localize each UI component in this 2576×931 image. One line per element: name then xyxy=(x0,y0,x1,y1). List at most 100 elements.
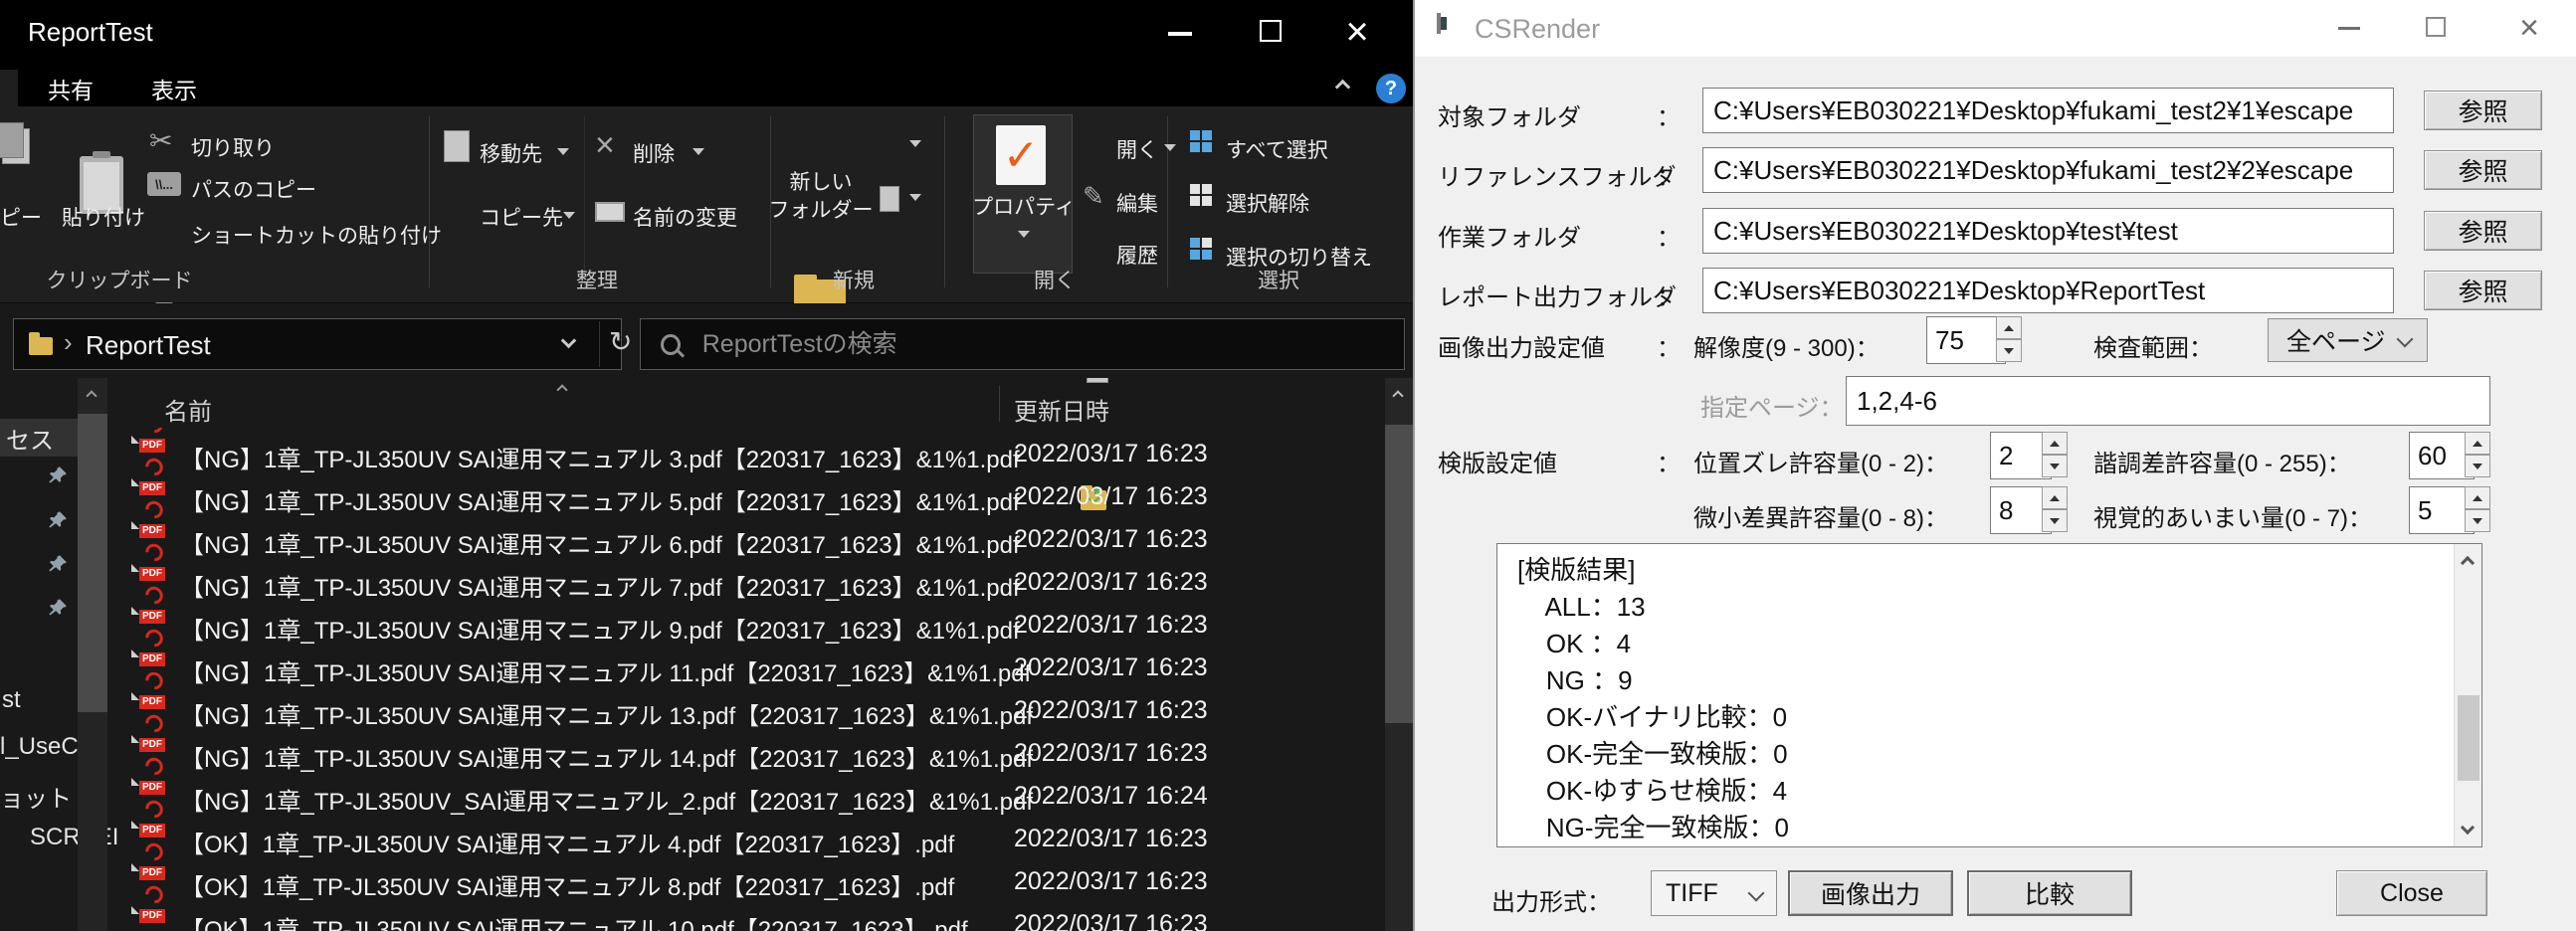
spinner-down-icon[interactable] xyxy=(1996,339,2022,362)
rename-button[interactable]: 名前の変更 xyxy=(633,202,737,232)
easy-access-dropdown-icon[interactable] xyxy=(909,194,921,201)
list-scrollbar-thumb[interactable] xyxy=(1385,425,1413,723)
tab-share[interactable]: 共有 xyxy=(38,70,103,106)
copy-to-dropdown-icon[interactable] xyxy=(563,212,575,219)
close-button[interactable]: × xyxy=(1333,4,1381,60)
history-button[interactable]: 履歴 xyxy=(1116,240,1158,270)
copy-to-button[interactable]: コピー先 xyxy=(480,202,563,232)
minimize-button[interactable] xyxy=(2338,27,2360,30)
reference-folder-browse-button[interactable]: 参照 xyxy=(2424,150,2542,190)
address-dropdown-icon[interactable] xyxy=(561,333,577,349)
file-row[interactable]: PDF 【NG】1章_TP-JL350UV_SAI運用マニュアル_2.pdf【2… xyxy=(114,777,1385,820)
sidebar-item[interactable]: ョット xyxy=(0,779,72,814)
copy-path-button[interactable]: パスのコピー xyxy=(191,174,316,204)
spinner-down-icon[interactable] xyxy=(2042,509,2068,532)
micro-diff-tolerance-spinner[interactable]: 8 xyxy=(1990,486,2068,532)
list-scrollbar[interactable] xyxy=(1385,378,1413,931)
pin-icon[interactable] xyxy=(48,554,68,574)
results-scrollbar-thumb[interactable] xyxy=(2458,695,2479,781)
close-dialog-button[interactable]: Close xyxy=(2336,870,2487,916)
position-tolerance-spinner[interactable]: 2 xyxy=(1990,432,2068,477)
open-dropdown-icon[interactable] xyxy=(1164,144,1176,151)
spinner-up-icon[interactable] xyxy=(2042,432,2068,455)
address-bar[interactable]: › ReportTest ↻ xyxy=(13,318,622,370)
sidebar-scrollbar[interactable] xyxy=(78,378,107,931)
spinner-up-icon[interactable] xyxy=(1996,316,2022,339)
resolution-value[interactable]: 75 xyxy=(1926,316,2006,364)
scroll-down-icon[interactable] xyxy=(2461,821,2475,835)
column-header-modified[interactable]: 更新日時 xyxy=(1014,392,1109,427)
spinner-up-icon[interactable] xyxy=(2465,486,2490,509)
paste-button[interactable]: 貼り付け xyxy=(62,202,145,232)
new-item-dropdown-icon[interactable] xyxy=(909,140,921,147)
target-folder-browse-button[interactable]: 参照 xyxy=(2424,91,2542,130)
target-folder-input[interactable]: C:¥Users¥EB030221¥Desktop¥fukami_test2¥1… xyxy=(1702,88,2394,133)
select-all-button[interactable]: すべて選択 xyxy=(1226,134,1328,164)
visual-fuzziness-spinner[interactable]: 5 xyxy=(2409,486,2490,532)
search-box[interactable] xyxy=(640,318,1405,370)
pin-icon[interactable] xyxy=(48,598,68,618)
move-to-dropdown-icon[interactable] xyxy=(557,148,569,155)
file-row[interactable]: PDF 【NG】1章_TP-JL350UV SAI運用マニュアル 14.pdf【… xyxy=(114,734,1385,777)
file-row[interactable]: PDF 【NG】1章_TP-JL350UV SAI運用マニュアル 11.pdf【… xyxy=(114,649,1385,691)
cut-button[interactable]: 切り取り xyxy=(191,132,275,162)
new-folder-button[interactable]: 新しい xyxy=(774,168,868,194)
output-format-select[interactable]: TIFF xyxy=(1651,870,1777,916)
minimize-button[interactable] xyxy=(1168,32,1192,36)
scroll-up-icon[interactable] xyxy=(2461,556,2475,570)
easy-access-icon[interactable] xyxy=(880,186,899,212)
file-row[interactable]: PDF 【NG】1章_TP-JL350UV SAI運用マニュアル 13.pdf【… xyxy=(114,691,1385,734)
spinner-down-icon[interactable] xyxy=(2465,455,2490,477)
column-header-name[interactable]: 名前 xyxy=(164,392,212,427)
copy-button-label-fragment[interactable]: ピー xyxy=(0,202,42,232)
spinner-arrows[interactable] xyxy=(2465,486,2490,532)
image-output-button[interactable]: 画像出力 xyxy=(1788,870,1953,916)
delete-dropdown-icon[interactable] xyxy=(693,148,704,155)
tone-tolerance-spinner[interactable]: 60 xyxy=(2409,432,2490,477)
paste-shortcut-button[interactable]: ショートカットの貼り付け xyxy=(191,220,442,250)
spinner-down-icon[interactable] xyxy=(2465,509,2490,532)
spinner-arrows[interactable] xyxy=(2042,432,2068,477)
spinner-down-icon[interactable] xyxy=(2042,455,2068,477)
file-row[interactable]: PDF 【NG】1章_TP-JL350UV SAI運用マニュアル 3.pdf【2… xyxy=(114,435,1385,477)
file-row[interactable]: PDF 【OK】1章_TP-JL350UV SAI運用マニュアル 8.pdf【2… xyxy=(114,862,1385,905)
results-scrollbar[interactable] xyxy=(2454,544,2481,846)
resolution-spinner[interactable]: 75 xyxy=(1926,316,2022,362)
pin-icon[interactable] xyxy=(48,510,68,530)
compare-button[interactable]: 比較 xyxy=(1967,870,2132,916)
edit-button[interactable]: 編集 xyxy=(1116,188,1158,218)
report-folder-browse-button[interactable]: 参照 xyxy=(2424,271,2542,310)
sidebar-item[interactable]: st xyxy=(2,686,21,714)
maximize-button[interactable] xyxy=(2426,17,2446,37)
collapse-ribbon-icon[interactable] xyxy=(1335,80,1351,95)
delete-button[interactable]: 削除 xyxy=(633,138,675,168)
breadcrumb[interactable]: ReportTest xyxy=(86,330,211,361)
file-row[interactable]: PDF 【NG】1章_TP-JL350UV SAI運用マニュアル 9.pdf【2… xyxy=(114,606,1385,649)
help-button[interactable]: ? xyxy=(1376,74,1406,103)
tab-partial[interactable] xyxy=(0,70,18,106)
pin-icon[interactable] xyxy=(48,466,68,485)
scope-select[interactable]: 全ページ xyxy=(2268,318,2428,362)
reference-folder-input[interactable]: C:¥Users¥EB030221¥Desktop¥fukami_test2¥2… xyxy=(1702,147,2394,193)
spinner-arrows[interactable] xyxy=(1996,316,2022,362)
tab-view[interactable]: 表示 xyxy=(139,70,209,106)
spinner-arrows[interactable] xyxy=(2042,486,2068,532)
pages-input[interactable]: 1,2,4-6 xyxy=(1846,376,2490,426)
work-folder-input[interactable]: C:¥Users¥EB030221¥Desktop¥test¥test xyxy=(1702,208,2394,254)
move-to-button[interactable]: 移動先 xyxy=(480,138,542,168)
spinner-up-icon[interactable] xyxy=(2042,486,2068,509)
file-row[interactable]: PDF 【NG】1章_TP-JL350UV SAI運用マニュアル 6.pdf【2… xyxy=(114,520,1385,563)
copy-icon[interactable] xyxy=(2,128,30,164)
select-none-button[interactable]: 選択解除 xyxy=(1226,188,1309,218)
close-button[interactable]: × xyxy=(2509,6,2549,50)
maximize-button[interactable] xyxy=(1260,20,1282,42)
file-row[interactable]: PDF 【OK】1章_TP-JL350UV SAI運用マニュアル 10.pdf【… xyxy=(114,905,1385,931)
open-button[interactable]: 開く xyxy=(1116,134,1158,164)
properties-button[interactable]: ✓ プロパティ xyxy=(973,114,1073,274)
refresh-icon[interactable]: ↻ xyxy=(609,325,632,358)
sidebar-scrollbar-thumb[interactable] xyxy=(78,414,107,712)
scroll-up-icon[interactable] xyxy=(86,390,97,401)
file-row[interactable]: PDF 【NG】1章_TP-JL350UV SAI運用マニュアル 5.pdf【2… xyxy=(114,477,1385,520)
results-box[interactable]: [検版結果] ALL：13 OK ：4 NG ：9 OK-バイナリ比較：0 OK… xyxy=(1496,543,2482,847)
file-row[interactable]: PDF 【NG】1章_TP-JL350UV SAI運用マニュアル 7.pdf【2… xyxy=(114,563,1385,606)
